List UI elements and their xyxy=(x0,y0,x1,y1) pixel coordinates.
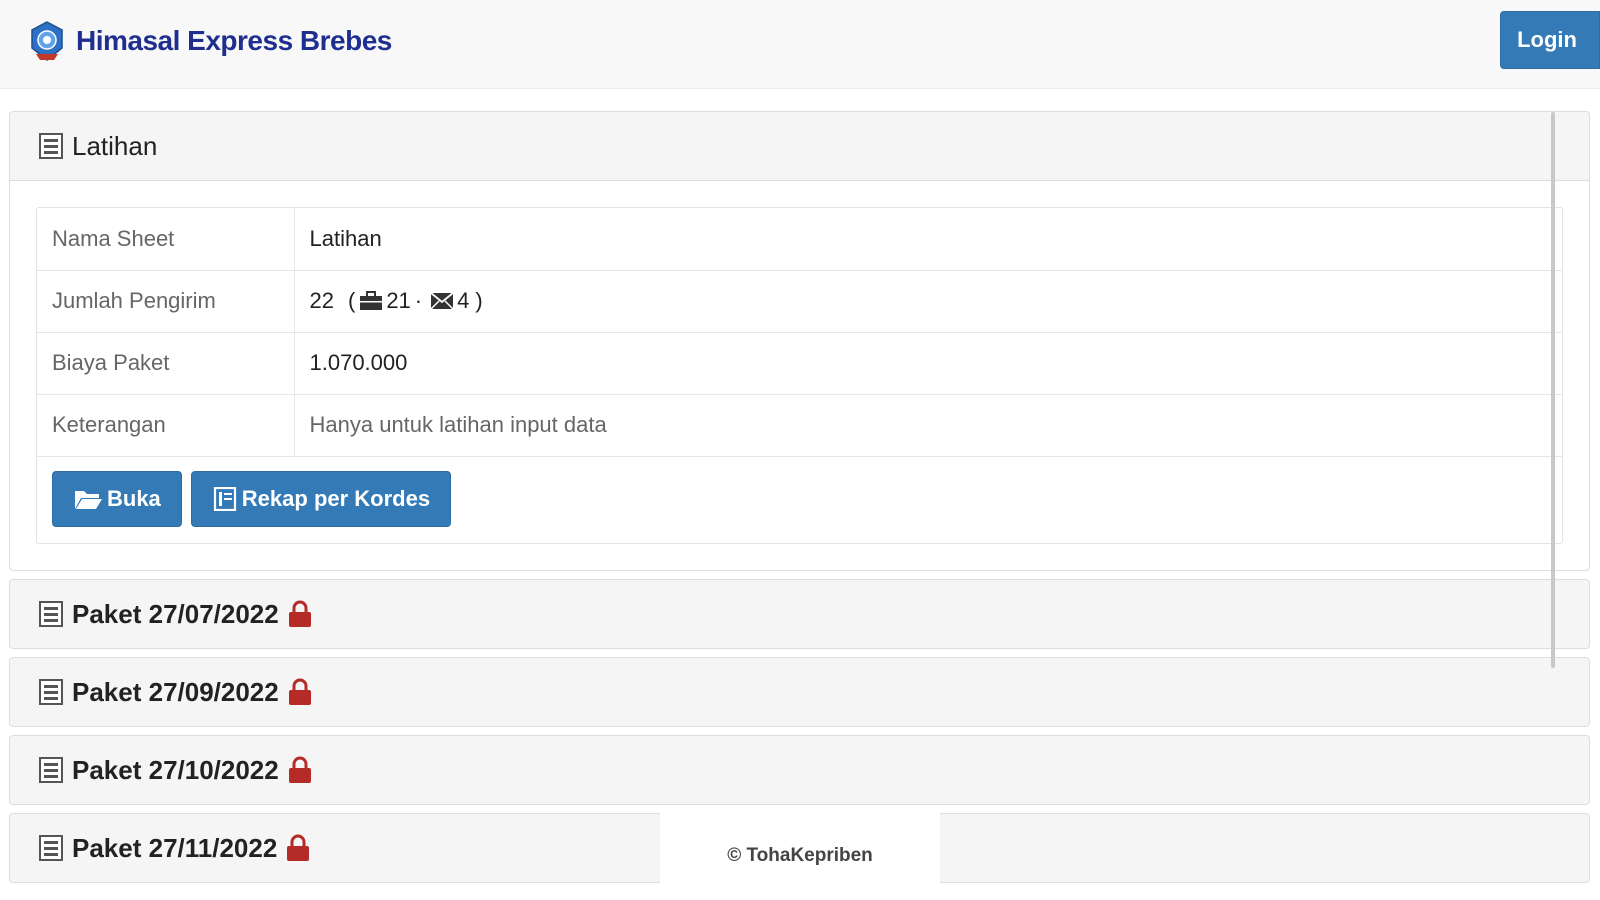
sheet-icon xyxy=(39,601,63,627)
lock-icon xyxy=(288,678,311,705)
sheet-icon xyxy=(39,757,63,783)
sheet-info-box: Nama Sheet Latihan Jumlah Pengirim 22 ( xyxy=(36,207,1563,544)
panel-header-locked[interactable]: Paket 27/09/2022 xyxy=(10,658,1589,726)
panel-title: Paket 27/11/2022 xyxy=(72,832,278,863)
open-button-label: Buka xyxy=(107,485,161,511)
sender-count-cell: 22 ( 21 · 4) xyxy=(294,270,1562,333)
panel-title: Paket 27/10/2022 xyxy=(72,754,279,785)
lock-icon xyxy=(288,756,311,783)
sheet-icon xyxy=(39,133,63,159)
sender-total: 22 xyxy=(309,288,334,313)
navbar: Himasal Express Brebes Login xyxy=(0,0,1600,89)
open-button[interactable]: Buka xyxy=(52,470,182,527)
row-value: Latihan xyxy=(294,208,1562,271)
briefcase-icon xyxy=(360,291,383,310)
recap-button-label: Rekap per Kordes xyxy=(241,485,431,511)
row-label: Nama Sheet xyxy=(37,208,295,271)
lock-icon xyxy=(288,600,311,627)
sheet-info-table: Nama Sheet Latihan Jumlah Pengirim 22 ( xyxy=(37,208,1562,457)
paren-open: ( xyxy=(347,288,356,313)
panel-title: Paket 27/07/2022 xyxy=(72,598,279,629)
folder-open-icon xyxy=(75,490,102,509)
panel-locked: Paket 27/09/2022 xyxy=(9,657,1590,727)
count-separator: · xyxy=(414,288,423,313)
table-row: Jumlah Pengirim 22 ( 21 · 4) xyxy=(37,270,1562,333)
panel-title: Paket 27/09/2022 xyxy=(72,676,279,707)
table-row: Biaya Paket 1.070.000 xyxy=(37,332,1562,395)
sheet-icon xyxy=(39,835,63,861)
row-value: Hanya untuk latihan input data xyxy=(294,394,1562,457)
panel-title: Latihan xyxy=(72,130,158,161)
book-icon xyxy=(213,486,236,511)
paren-close: ) xyxy=(475,288,483,313)
sender-count-b: 4 xyxy=(457,288,470,313)
brand-title: Himasal Express Brebes xyxy=(76,25,392,56)
footer: © TohaKepriben xyxy=(660,812,940,900)
footer-copyright: © TohaKepriben xyxy=(727,845,873,866)
sender-count-a: 21 xyxy=(386,288,411,313)
envelope-icon xyxy=(430,292,454,310)
table-row: Keterangan Hanya untuk latihan input dat… xyxy=(37,394,1562,457)
sheet-icon xyxy=(39,679,63,705)
login-button[interactable]: Login xyxy=(1500,11,1600,69)
logo-icon xyxy=(31,21,63,61)
panel-locked: Paket 27/07/2022 xyxy=(9,579,1590,649)
row-value: 1.070.000 xyxy=(294,332,1562,395)
row-label: Keterangan xyxy=(37,394,295,457)
panel-body: Nama Sheet Latihan Jumlah Pengirim 22 ( xyxy=(10,180,1589,570)
panel-header-latihan[interactable]: Latihan xyxy=(10,112,1589,180)
scrollbar-thumb[interactable] xyxy=(1551,112,1555,668)
panel-latihan: Latihan Nama Sheet Latihan Jumlah Pengir… xyxy=(9,111,1590,571)
action-buttons: Buka Rekap per Kordes xyxy=(37,457,1562,543)
row-label: Jumlah Pengirim xyxy=(37,270,295,333)
row-label: Biaya Paket xyxy=(37,332,295,395)
brand-link[interactable]: Himasal Express Brebes xyxy=(28,20,392,62)
panel-locked: Paket 27/10/2022 xyxy=(9,735,1590,805)
panel-header-locked[interactable]: Paket 27/07/2022 xyxy=(10,580,1589,648)
table-row: Nama Sheet Latihan xyxy=(37,208,1562,271)
panel-header-locked[interactable]: Paket 27/10/2022 xyxy=(10,736,1589,804)
recap-button[interactable]: Rekap per Kordes xyxy=(190,470,452,527)
lock-icon xyxy=(287,834,310,861)
